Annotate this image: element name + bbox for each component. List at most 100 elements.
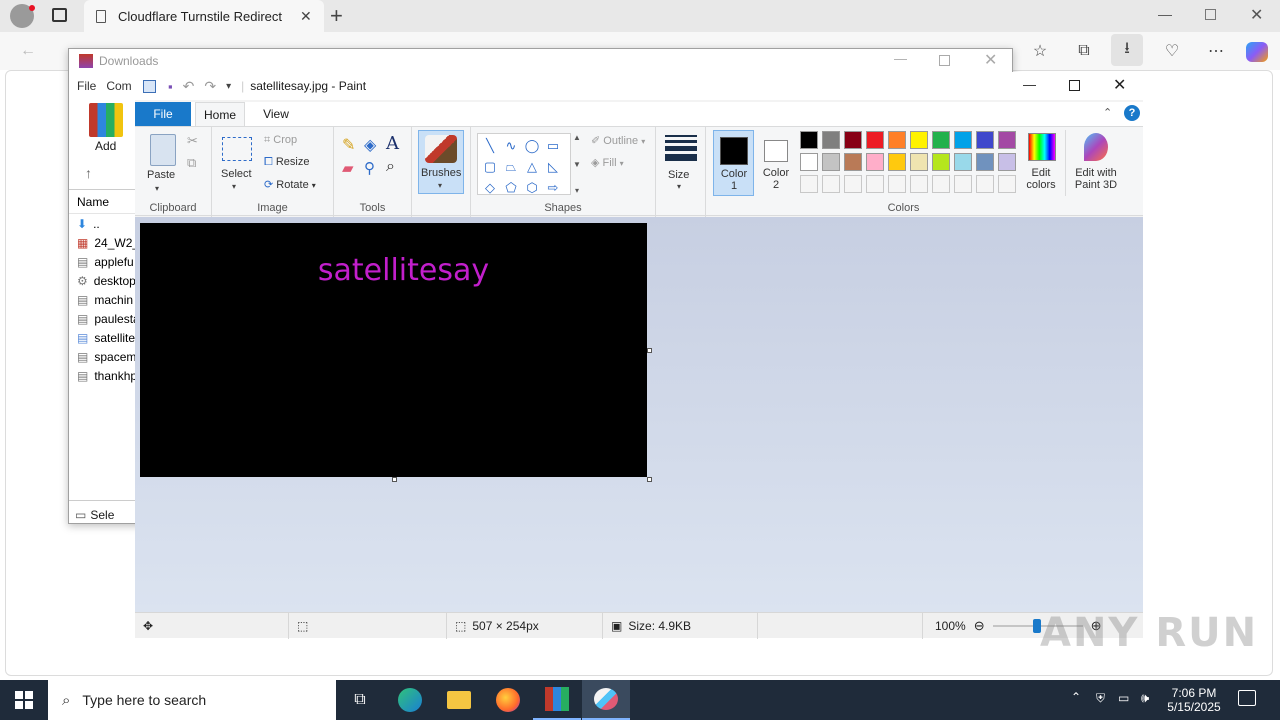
image-canvas[interactable]: satellitesay — [140, 223, 647, 477]
palette-swatch[interactable] — [976, 131, 994, 149]
brushes-button[interactable]: Brushes ▾ — [418, 130, 464, 194]
network-icon[interactable]: ▭ — [1118, 691, 1129, 705]
fill-button[interactable]: ◈ Fill ▾ — [591, 156, 624, 169]
polygon-shape-icon[interactable]: ⏢ — [501, 157, 521, 177]
list-item[interactable]: ▦24_W2_I — [69, 233, 135, 252]
palette-swatch[interactable] — [998, 131, 1016, 149]
list-item[interactable]: ▤ spacem — [69, 347, 135, 366]
palette-swatch[interactable] — [822, 175, 840, 193]
palette-swatch[interactable] — [910, 175, 928, 193]
paint-taskbar-icon[interactable] — [582, 680, 630, 720]
color-picker-icon[interactable]: ⚲ — [364, 159, 375, 177]
add-button-label[interactable]: Add — [95, 139, 116, 153]
palette-swatch[interactable] — [800, 175, 818, 193]
eraser-icon[interactable]: ▰ — [342, 159, 354, 177]
explorer-close-icon[interactable]: ✕ — [984, 50, 997, 70]
help-icon[interactable]: ? — [1124, 105, 1140, 121]
palette-swatch[interactable] — [800, 153, 818, 171]
new-tab-button[interactable]: + — [330, 3, 343, 29]
resize-handle-corner[interactable] — [647, 477, 652, 482]
list-item[interactable]: ⚙ desktop — [69, 271, 135, 290]
palette-swatch[interactable] — [888, 175, 906, 193]
collapse-ribbon-icon[interactable]: ⌃ — [1103, 106, 1112, 119]
restore-icon[interactable] — [1205, 9, 1216, 20]
tab-view[interactable]: View — [255, 102, 297, 126]
shapes-scrollbar[interactable]: ▲ ▼ ▾ — [572, 133, 582, 195]
save-icon[interactable]: ▪ — [168, 79, 173, 94]
crop-button[interactable]: ⌗ Crop — [264, 134, 297, 147]
palette-swatch[interactable] — [954, 153, 972, 171]
palette-swatch[interactable] — [822, 153, 840, 171]
palette-swatch[interactable] — [954, 175, 972, 193]
palette-swatch[interactable] — [932, 131, 950, 149]
file-explorer-taskbar-icon[interactable] — [435, 680, 483, 720]
firefox-taskbar-icon[interactable] — [484, 680, 532, 720]
minimize-icon[interactable]: — — [1158, 6, 1172, 22]
copy-icon[interactable]: ⧉ — [187, 155, 196, 171]
start-button[interactable] — [0, 680, 48, 720]
paste-dropdown-icon[interactable]: ▾ — [155, 184, 159, 193]
paste-button[interactable]: Paste — [147, 169, 175, 181]
menu-file[interactable]: File — [77, 79, 96, 93]
window-close-icon[interactable]: ✕ — [1250, 5, 1263, 25]
palette-swatch[interactable] — [866, 153, 884, 171]
zoom-out-icon[interactable]: ⊖ — [974, 618, 985, 634]
palette-swatch[interactable] — [844, 131, 862, 149]
palette-swatch[interactable] — [998, 153, 1016, 171]
quick-access-dropdown-icon[interactable]: ▾ — [226, 81, 231, 92]
size-button[interactable]: Size — [668, 169, 689, 181]
hexagon-shape-icon[interactable]: ⬡ — [522, 178, 542, 198]
resize-handle-right[interactable] — [647, 348, 652, 353]
collections-icon[interactable]: ⧉ — [1068, 35, 1100, 67]
winrar-taskbar-icon[interactable] — [533, 680, 581, 720]
explorer-minimize-icon[interactable]: — — [894, 51, 907, 66]
select-dropdown-icon[interactable]: ▾ — [232, 182, 236, 191]
tab-actions-icon[interactable] — [52, 8, 67, 22]
right-triangle-shape-icon[interactable]: ◺ — [543, 157, 563, 177]
volume-icon[interactable]: 🕪 — [1141, 690, 1149, 706]
list-item[interactable]: ▤ machin — [69, 290, 135, 309]
palette-swatch[interactable] — [888, 131, 906, 149]
list-item[interactable]: ▤ applefu — [69, 252, 135, 271]
edge-taskbar-icon[interactable] — [386, 680, 434, 720]
palette-swatch[interactable] — [998, 175, 1016, 193]
favorites-icon[interactable]: ☆ — [1024, 35, 1056, 67]
palette-swatch[interactable] — [822, 131, 840, 149]
undo-icon[interactable]: ↶ — [183, 78, 195, 95]
paint-close-icon[interactable]: ✕ — [1113, 75, 1126, 95]
palette-swatch[interactable] — [932, 153, 950, 171]
tab-file[interactable]: File — [135, 102, 191, 126]
paste-icon[interactable] — [150, 134, 176, 166]
tray-app-icon[interactable]: ⛨ — [1096, 691, 1105, 706]
triangle-shape-icon[interactable]: △ — [522, 157, 542, 177]
rounded-rectangle-shape-icon[interactable]: ▢ — [480, 157, 500, 177]
color2-button[interactable]: Color 2 — [758, 130, 794, 196]
size-icon[interactable] — [665, 135, 697, 161]
magnifier-icon[interactable]: ⌕ — [386, 158, 395, 176]
rectangle-shape-icon[interactable]: ▭ — [543, 136, 563, 156]
palette-swatch[interactable] — [888, 153, 906, 171]
list-item[interactable]: ▤ thankhp — [69, 366, 135, 385]
browser-tab[interactable]: Cloudflare Turnstile Redirect ✕ — [84, 0, 324, 32]
palette-swatch[interactable] — [844, 175, 862, 193]
edit-colors-button[interactable]: Edit colors — [1021, 130, 1061, 196]
resize-handle-bottom[interactable] — [392, 477, 397, 482]
palette-swatch[interactable] — [976, 175, 994, 193]
select-icon[interactable] — [222, 137, 252, 161]
tray-overflow-icon[interactable]: ⌃ — [1071, 690, 1081, 704]
palette-swatch[interactable] — [976, 153, 994, 171]
downloads-icon[interactable]: ⭳ — [1111, 34, 1143, 66]
palette-swatch[interactable] — [844, 153, 862, 171]
palette-swatch[interactable] — [932, 175, 950, 193]
tab-home[interactable]: Home — [195, 102, 245, 126]
curve-shape-icon[interactable]: ∿ — [501, 136, 521, 156]
diamond-shape-icon[interactable]: ◇ — [480, 178, 500, 198]
oval-shape-icon[interactable]: ◯ — [522, 136, 542, 156]
select-button[interactable]: Select — [221, 168, 252, 180]
outline-button[interactable]: ✐ Outline ▾ — [591, 134, 645, 147]
list-item[interactable]: ⬇.. — [69, 214, 135, 233]
column-header-name[interactable]: Name — [69, 190, 135, 214]
redo-icon[interactable]: ↷ — [204, 78, 216, 95]
menu-commands[interactable]: Com — [106, 79, 131, 93]
palette-swatch[interactable] — [866, 175, 884, 193]
